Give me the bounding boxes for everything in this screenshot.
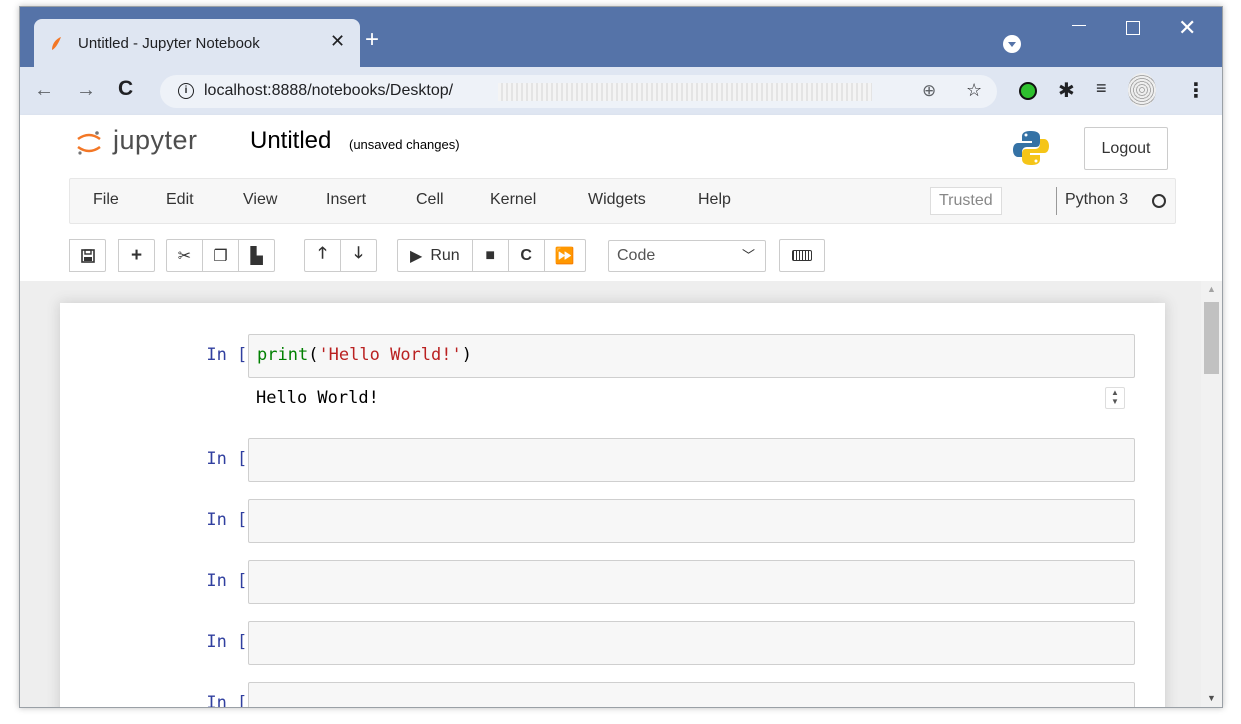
scroll-down-icon[interactable]: ▼ xyxy=(1207,693,1216,703)
cell-input[interactable] xyxy=(248,438,1135,482)
scroll-up-icon[interactable]: ▲ xyxy=(1207,284,1216,294)
new-tab-button[interactable]: + xyxy=(365,28,379,52)
cell-input[interactable] xyxy=(248,621,1135,665)
floppy-disk-icon xyxy=(80,248,95,263)
trusted-indicator[interactable]: Trusted xyxy=(930,187,1002,215)
browser-window: Untitled - Jupyter Notebook ✕ + ✕ ← → C … xyxy=(19,6,1223,708)
jupyter-logo-text[interactable]: jupyter xyxy=(113,125,198,156)
browser-tab[interactable]: Untitled - Jupyter Notebook ✕ xyxy=(34,19,360,67)
tab-title: Untitled - Jupyter Notebook xyxy=(78,35,260,52)
run-label: Run xyxy=(430,246,460,264)
puzzle-icon[interactable]: ✱ xyxy=(1058,78,1075,103)
run-button[interactable]: ▶ Run xyxy=(397,239,473,272)
menu-bar: File Edit View Insert Cell Kernel Widget… xyxy=(69,178,1176,224)
cell-output: Hello World! xyxy=(256,388,379,408)
logout-button[interactable]: Logout xyxy=(1084,127,1168,170)
move-group: 🡑 🡓 xyxy=(304,239,377,272)
save-button[interactable] xyxy=(69,239,106,272)
forward-arrow-icon[interactable]: → xyxy=(76,79,96,102)
output-collapse-icon[interactable]: ▲ ▼ xyxy=(1105,387,1125,409)
address-bar[interactable]: i localhost:8888/notebooks/Desktop/ ⊕ ☆ xyxy=(160,75,997,108)
menu-edit[interactable]: Edit xyxy=(166,191,194,209)
code-paren-close: ) xyxy=(461,345,472,365)
window-close-icon[interactable]: ✕ xyxy=(1178,15,1196,41)
plus-icon: + xyxy=(130,244,143,266)
menu-dots-icon[interactable]: ⋮ xyxy=(1186,78,1206,103)
command-palette-button[interactable] xyxy=(779,239,825,272)
paste-button[interactable]: ▙ xyxy=(238,239,275,272)
notebook-site: In [1]: print('Hello World!') Hello Worl… xyxy=(20,281,1201,707)
arrow-down-icon: 🡓 xyxy=(354,245,363,262)
jupyter-favicon-icon xyxy=(52,37,61,50)
save-group xyxy=(69,239,106,272)
save-status: (unsaved changes) xyxy=(349,137,460,152)
cell-type-select[interactable]: Code ﹀ xyxy=(608,240,766,272)
zoom-icon[interactable]: ⊕ xyxy=(922,81,936,101)
tab-strip: Untitled - Jupyter Notebook ✕ + ✕ xyxy=(20,7,1222,67)
move-down-button[interactable]: 🡓 xyxy=(340,239,377,272)
cell-input[interactable]: print('Hello World!') xyxy=(248,334,1135,378)
minimize-icon[interactable] xyxy=(1072,25,1086,26)
back-arrow-icon[interactable]: ← xyxy=(34,79,54,102)
url-text[interactable]: localhost:8888/notebooks/Desktop/ xyxy=(204,82,453,100)
chevron-down-icon: ﹀ xyxy=(741,248,755,263)
notebook-container: In [1]: print('Hello World!') Hello Worl… xyxy=(60,303,1165,707)
play-icon: ▶ xyxy=(410,247,423,265)
code-builtin: print xyxy=(257,345,309,365)
jupyter-header: jupyter Untitled (unsaved changes) Logou… xyxy=(20,115,1222,281)
menu-kernel[interactable]: Kernel xyxy=(490,191,536,209)
maximize-icon[interactable] xyxy=(1126,21,1140,35)
clipboard-group: ✂ ❐ ▙ xyxy=(166,239,275,272)
star-icon[interactable]: ☆ xyxy=(966,80,982,101)
cut-button[interactable]: ✂ xyxy=(166,239,203,272)
extension-icon[interactable] xyxy=(1019,82,1037,100)
kernel-separator xyxy=(1056,187,1057,215)
restart-run-all-button[interactable]: ⏩ xyxy=(543,239,586,272)
paste-icon: ▙ xyxy=(250,247,263,265)
cell-input[interactable] xyxy=(248,682,1135,707)
copy-button[interactable]: ❐ xyxy=(202,239,239,272)
code-string: 'Hello World!' xyxy=(318,345,462,365)
cell-input[interactable] xyxy=(248,499,1135,543)
move-up-button[interactable]: 🡑 xyxy=(304,239,341,272)
insert-cell-button[interactable]: + xyxy=(118,239,155,272)
jupyter-logo-icon[interactable] xyxy=(75,129,103,157)
menu-widgets[interactable]: Widgets xyxy=(588,191,646,209)
fast-forward-icon: ⏩ xyxy=(554,247,575,265)
scroll-thumb[interactable] xyxy=(1204,302,1219,374)
insert-group: + xyxy=(118,239,155,272)
profile-avatar[interactable] xyxy=(1128,73,1156,107)
run-group: ▶ Run ■ C ⏩ xyxy=(397,239,586,272)
interrupt-button[interactable]: ■ xyxy=(471,239,509,272)
tab-close-icon[interactable]: ✕ xyxy=(330,31,345,52)
cell-input[interactable] xyxy=(248,560,1135,604)
python-logo-icon xyxy=(1013,131,1049,165)
copy-icon: ❐ xyxy=(213,247,228,265)
tab-search-icon[interactable] xyxy=(1003,35,1021,53)
kernel-name: Python 3 xyxy=(1065,191,1129,208)
restart-icon: C xyxy=(520,246,532,264)
restart-button[interactable]: C xyxy=(507,239,545,272)
info-icon[interactable]: i xyxy=(178,83,194,99)
menu-file[interactable]: File xyxy=(93,191,119,209)
menu-cell[interactable]: Cell xyxy=(416,191,444,209)
reload-icon[interactable]: C xyxy=(118,77,133,101)
media-control-icon[interactable]: ≡ xyxy=(1096,78,1107,99)
kernel-idle-icon xyxy=(1152,194,1166,208)
menu-help[interactable]: Help xyxy=(698,191,731,209)
cell-type-value: Code xyxy=(617,247,656,264)
browser-toolbar: ← → C i localhost:8888/notebooks/Desktop… xyxy=(20,67,1222,115)
vertical-scrollbar[interactable]: ▲ ▼ xyxy=(1201,281,1222,707)
menu-view[interactable]: View xyxy=(243,191,277,209)
stop-icon: ■ xyxy=(485,246,495,264)
keyboard-icon xyxy=(792,250,812,261)
scissors-icon: ✂ xyxy=(177,247,192,265)
code-paren-open: ( xyxy=(308,345,319,365)
arrow-up-icon: 🡑 xyxy=(318,245,327,262)
menu-insert[interactable]: Insert xyxy=(326,191,366,209)
redacted-url-segment xyxy=(498,83,872,101)
notebook-name[interactable]: Untitled xyxy=(250,127,331,155)
